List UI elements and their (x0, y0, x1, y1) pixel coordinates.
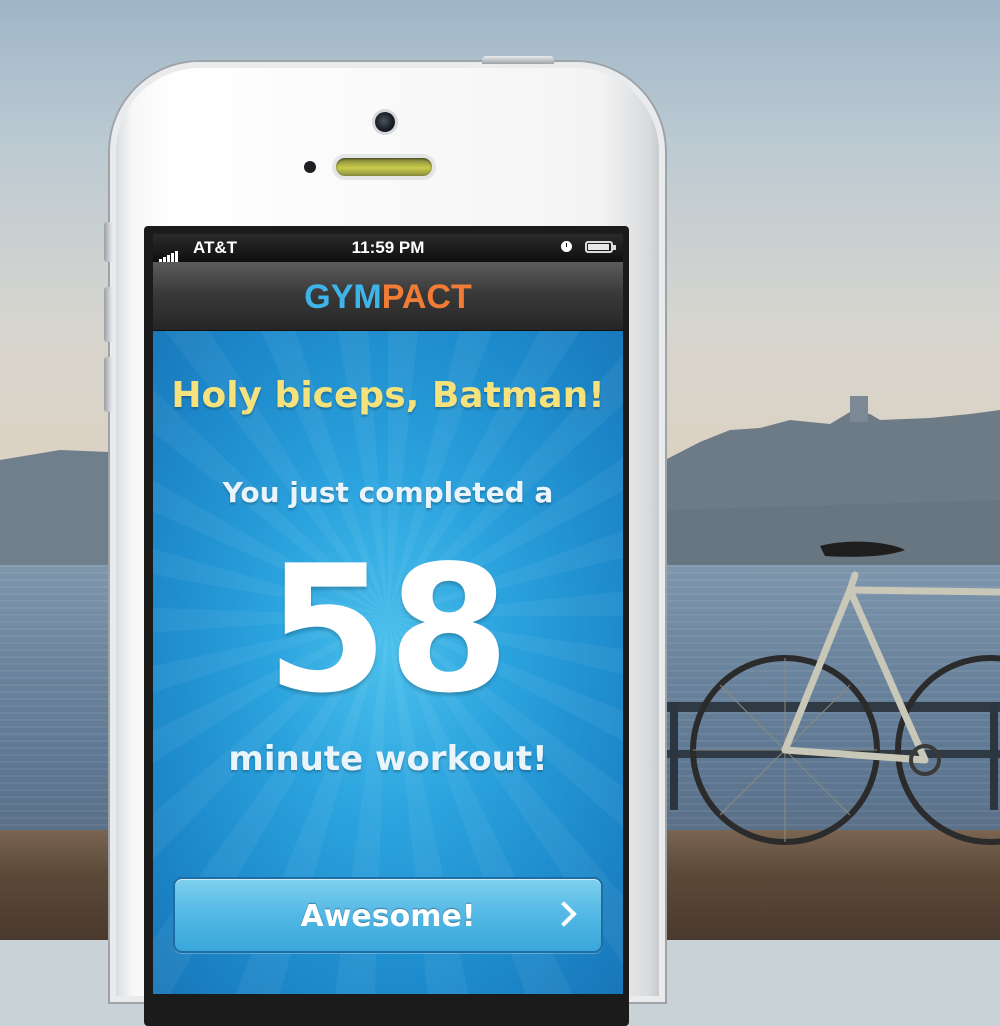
app-screen: AT&T 11:59 PM GYMPACT Holy biceps, Batma… (153, 234, 623, 994)
status-bar: AT&T 11:59 PM (153, 234, 623, 263)
logo-gym-text: GYM (304, 278, 382, 316)
workout-unit-text: minute workout! (228, 739, 548, 779)
status-time: 11:59 PM (351, 238, 425, 257)
sleep-button (482, 56, 554, 64)
volume-down-button (104, 357, 112, 412)
celebration-headline: Holy biceps, Batman! (171, 375, 605, 416)
earpiece-speaker (336, 158, 432, 176)
completion-intro: You just completed a (222, 476, 554, 509)
mute-switch (104, 222, 112, 262)
battery-icon (585, 241, 613, 253)
awesome-button-label: Awesome! (300, 899, 476, 934)
alarm-clock-icon (561, 241, 572, 252)
volume-up-button (104, 287, 112, 342)
workout-minutes: 58 (266, 529, 510, 732)
awesome-button[interactable]: Awesome! (173, 877, 603, 953)
gympact-logo: GYMPACT (153, 278, 623, 316)
bicycle (690, 541, 1000, 845)
proximity-sensor (304, 161, 316, 173)
logo-pact-text: PACT (381, 278, 472, 316)
navigation-bar: GYMPACT (153, 262, 623, 331)
front-camera (375, 112, 395, 132)
workout-complete-panel: Holy biceps, Batman! You just completed … (153, 331, 623, 994)
iphone-device: AT&T 11:59 PM GYMPACT Holy biceps, Batma… (104, 56, 665, 1026)
